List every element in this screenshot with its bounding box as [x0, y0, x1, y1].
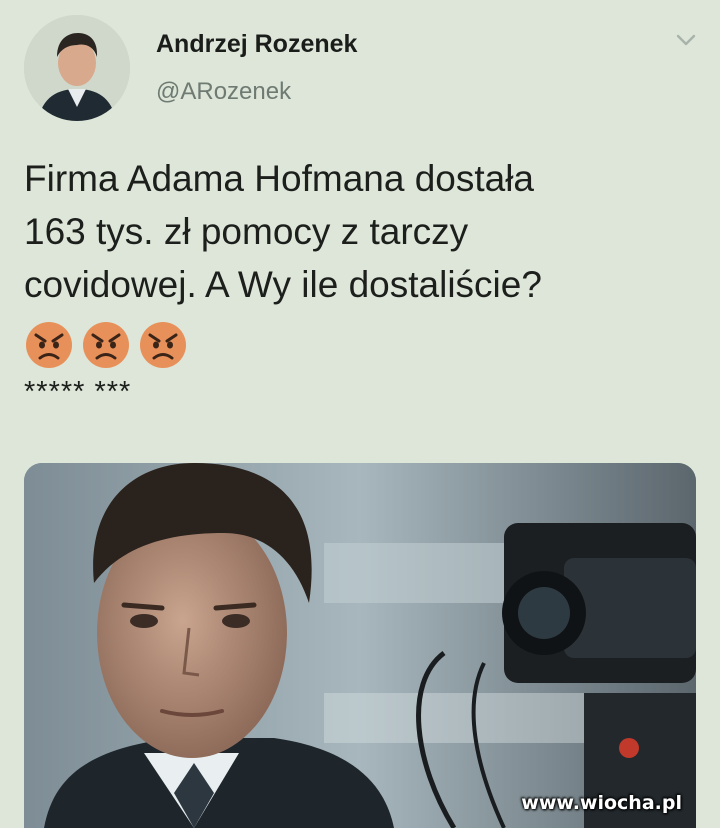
angry-face-icon: [26, 322, 72, 368]
author-display-name[interactable]: Andrzej Rozenek: [156, 30, 357, 59]
tweet-text-line: 163 tys. zł pomocy z tarczy: [24, 211, 469, 252]
tweet-text-line: covidowej. A Wy ile dostaliście?: [24, 264, 542, 305]
person-avatar-icon: [24, 15, 130, 121]
tweet-text-line: Firma Adama Hofmana dostała: [24, 158, 535, 199]
censored-text: ***** ***: [24, 376, 132, 408]
angry-face-icon: [83, 322, 129, 368]
tweet-media-image[interactable]: www.wiocha.pl: [24, 463, 696, 828]
chevron-down-icon[interactable]: [672, 30, 700, 50]
photo-of-man-in-suit-with-camera-icon: [24, 463, 696, 828]
angry-face-icon: [140, 322, 186, 368]
tweet-text: Firma Adama Hofmana dostała 163 tys. zł …: [24, 152, 704, 311]
author-handle[interactable]: @ARozenek: [156, 78, 291, 106]
avatar[interactable]: [24, 15, 130, 121]
watermark: www.wiocha.pl: [521, 792, 682, 814]
